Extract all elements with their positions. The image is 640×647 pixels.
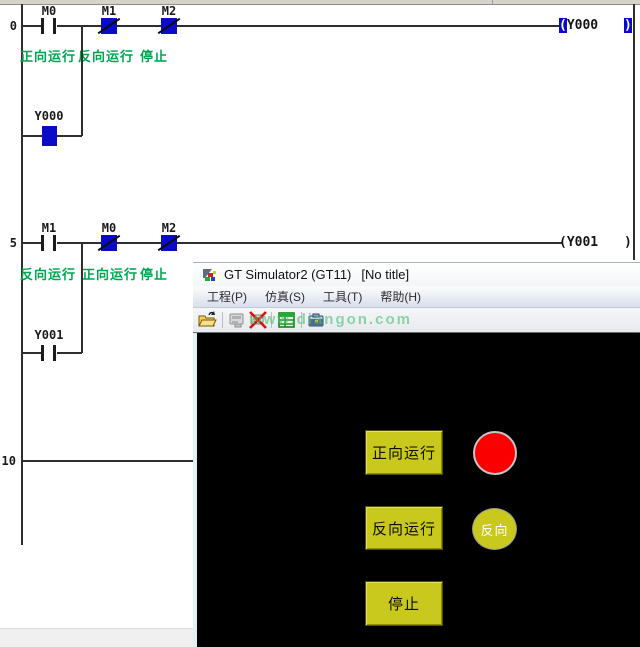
device-comment: 正向运行	[82, 264, 138, 283]
contact-m2-nc-active[interactable]	[161, 235, 177, 251]
coil-device: Y001	[567, 235, 598, 250]
device-comment: 反向运行	[78, 46, 134, 65]
device-comment: 停止	[140, 46, 168, 65]
device-comment: 反向运行	[20, 264, 76, 283]
rung-number: 0	[1, 19, 17, 33]
rung-number: 5	[1, 236, 17, 250]
hmi-screen: 正向运行 反向运行 反向 停止	[197, 333, 640, 647]
contact-y001-no[interactable]	[41, 345, 57, 361]
device-label: Y000	[34, 109, 64, 123]
coil-y001[interactable]: (Y001	[559, 235, 598, 250]
contact-m1-no[interactable]	[41, 235, 57, 251]
contact-m0-no[interactable]	[41, 18, 57, 34]
contact-m1-nc-active[interactable]	[101, 18, 117, 34]
gt-simulator-window: GT Simulator2 (GT11) [No title] 工程(P) 仿真…	[193, 262, 640, 647]
branch-wire-vertical	[81, 243, 83, 353]
coil-close-paren: )	[624, 18, 632, 33]
branch-wire-vertical	[81, 26, 83, 136]
coil-close-paren: )	[624, 235, 632, 250]
menu-simulate[interactable]: 仿真(S)	[263, 286, 307, 307]
device-comment: 正向运行	[20, 46, 76, 65]
top-edge-divider	[492, 0, 493, 4]
rung-wire	[22, 460, 194, 462]
window-document-title: [No title]	[361, 267, 409, 282]
nc-slash	[158, 18, 181, 34]
gt-toolbar: www.diangon.com	[193, 308, 640, 333]
nc-slash	[98, 18, 121, 34]
device-label: M1	[94, 4, 124, 18]
device-label: M2	[154, 4, 184, 18]
device-label: M0	[34, 4, 64, 18]
window-title: GT Simulator2 (GT11)	[224, 267, 351, 282]
right-power-rail	[633, 4, 635, 260]
rung-number: 10	[0, 454, 16, 468]
contact-m2-nc-active[interactable]	[161, 18, 177, 34]
contact-y000-no-active[interactable]	[42, 126, 57, 146]
device-comment: 停止	[140, 264, 168, 283]
ladder-statusbar	[0, 628, 194, 647]
contact-bar	[53, 235, 56, 251]
device-label: M2	[154, 221, 184, 235]
contact-bar	[41, 345, 44, 361]
contact-m0-nc-active[interactable]	[101, 235, 117, 251]
hmi-forward-run-button[interactable]: 正向运行	[365, 430, 443, 475]
toolbar-separator	[222, 312, 223, 328]
gt-titlebar[interactable]: GT Simulator2 (GT11) [No title]	[193, 263, 640, 286]
menu-tools[interactable]: 工具(T)	[321, 286, 364, 307]
hmi-reverse-run-lamp: 反向	[472, 508, 517, 550]
gt-simulator-icon	[201, 267, 217, 283]
open-project-icon[interactable]	[197, 310, 217, 330]
contact-bar	[41, 235, 44, 251]
contact-bar	[53, 18, 56, 34]
hmi-stop-button[interactable]: 停止	[365, 581, 443, 626]
screen-root: 0 M0 M1 M2 正向运行 反向运行 停止 (Y000 ) Y000 5 M…	[0, 0, 640, 647]
device-label: Y001	[34, 328, 64, 342]
communication-setup-icon[interactable]	[227, 310, 247, 330]
coil-y000[interactable]: (Y000	[559, 18, 598, 33]
coil-device: Y000	[567, 18, 598, 33]
device-label: M1	[34, 221, 64, 235]
nc-slash	[158, 235, 181, 251]
menu-project[interactable]: 工程(P)	[205, 286, 249, 307]
nc-slash	[98, 235, 121, 251]
coil-open-paren: (	[559, 235, 567, 250]
watermark: www.diangon.com	[250, 311, 412, 328]
contact-bar	[53, 345, 56, 361]
hmi-reverse-run-button[interactable]: 反向运行	[365, 506, 443, 550]
menu-help[interactable]: 帮助(H)	[378, 286, 423, 307]
gt-menubar: 工程(P) 仿真(S) 工具(T) 帮助(H)	[193, 286, 640, 308]
device-label: M0	[94, 221, 124, 235]
contact-bar	[41, 18, 44, 34]
hmi-forward-run-lamp	[473, 431, 517, 475]
coil-open-paren: (	[559, 18, 567, 33]
